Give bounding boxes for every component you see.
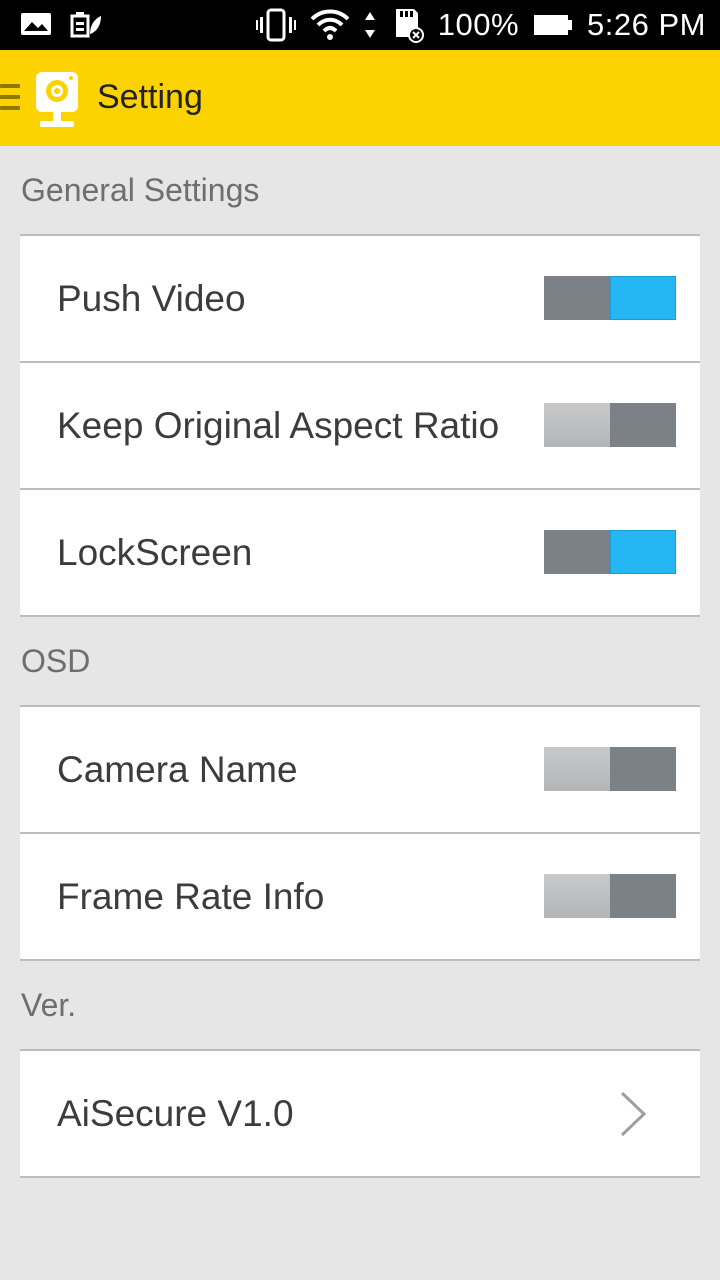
app-bar: Setting [0,50,720,146]
section-title-osd: OSD [21,643,91,679]
frame-rate-toggle[interactable] [544,874,676,918]
status-bar: 100% 5:26 PM [0,0,720,50]
gallery-icon [21,13,51,35]
setting-row-lockscreen: LockScreen [20,490,700,617]
vibrate-icon [255,8,296,42]
section-title-general: General Settings [21,172,260,208]
battery-icon [534,15,573,35]
camera-name-toggle[interactable] [544,747,676,791]
setting-label: Frame Rate Info [57,876,325,917]
setting-label: Push Video [57,278,246,319]
sd-card-icon [395,9,424,43]
clock: 5:26 PM [587,7,706,42]
setting-label: Keep Original Aspect Ratio [57,405,500,446]
wifi-icon [310,9,350,40]
setting-row-camera-name: Camera Name [20,707,700,834]
setting-label: LockScreen [57,532,253,573]
section-title-ver: Ver. [21,987,77,1023]
push-video-toggle[interactable] [544,276,676,320]
camera-logo-icon[interactable] [34,70,80,128]
setting-row-aspect-ratio: Keep Original Aspect Ratio [20,363,700,490]
page-title: Setting [97,78,203,116]
setting-row-version[interactable]: AiSecure V1.0 [20,1051,700,1178]
lockscreen-toggle[interactable] [544,530,676,574]
data-arrows-icon [364,12,375,38]
version-label: AiSecure V1.0 [57,1093,294,1134]
setting-row-push-video: Push Video [20,236,700,363]
battery-percent: 100% [437,7,520,42]
setting-row-frame-rate: Frame Rate Info [20,834,700,961]
chevron-right-icon[interactable] [616,1089,650,1139]
hamburger-icon[interactable] [0,84,20,114]
general-settings-card: Push Video Keep Original Aspect Ratio Lo… [20,234,700,617]
osd-settings-card: Camera Name Frame Rate Info [20,705,700,961]
battery-saver-icon [70,12,101,38]
setting-label: Camera Name [57,749,298,790]
version-card: AiSecure V1.0 [20,1049,700,1178]
aspect-ratio-toggle[interactable] [544,403,676,447]
